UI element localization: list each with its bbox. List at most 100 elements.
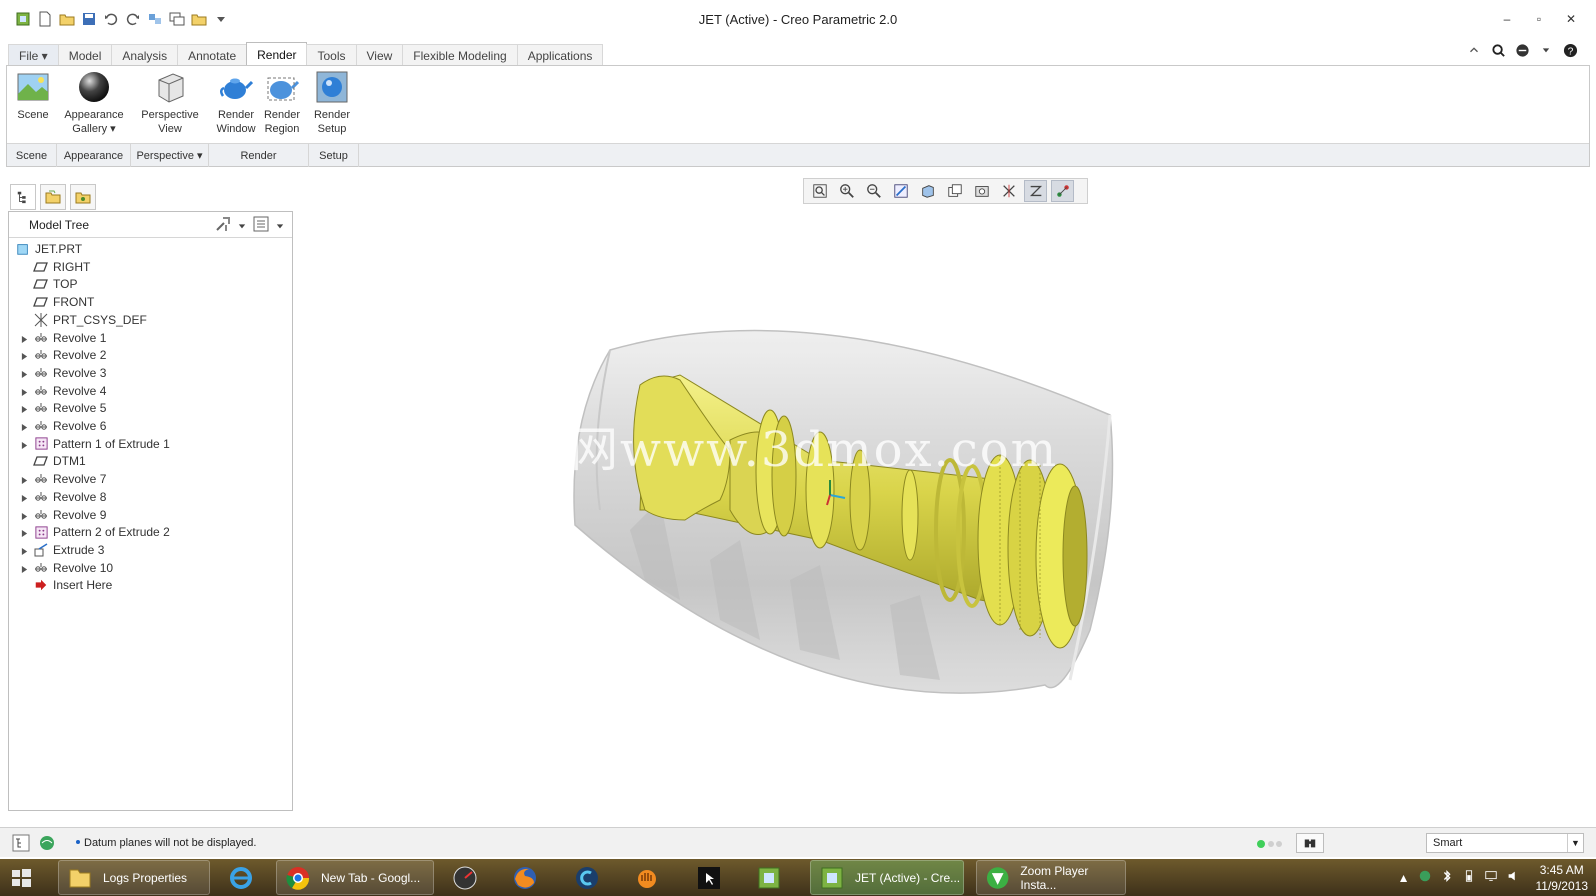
group-perspective[interactable]: Perspective ▾ [131,144,209,167]
refit-icon[interactable] [808,180,831,202]
browser-toggle-icon[interactable] [38,834,56,855]
tree-item[interactable]: RIGHT [9,258,292,276]
tree-item[interactable]: FRONT [9,293,292,311]
expand-arrow-icon[interactable] [21,474,29,485]
expand-arrow-icon[interactable] [21,563,29,573]
datum-display-icon[interactable] [997,180,1020,202]
taskbar-creo-launcher[interactable] [748,860,798,895]
tree-item[interactable]: Pattern 2 of Extrude 2 [9,523,292,541]
view-manager-icon[interactable] [970,180,993,202]
tree-item[interactable]: DTM1 [9,452,292,470]
taskbar-zoom-player[interactable]: Zoom Player Insta... [976,860,1126,895]
spin-center-icon[interactable] [1051,180,1074,202]
maximize-icon[interactable]: ▫ [1532,12,1546,26]
tree-item[interactable]: Revolve 5 [9,399,292,417]
show-columns-icon[interactable] [252,215,270,236]
tray-expand-icon[interactable]: ▲ [1398,871,1410,885]
navigator-toggle-icon[interactable] [12,834,30,855]
tree-item[interactable]: Revolve 1 [9,329,292,347]
render-window-button[interactable]: Render Window [213,70,259,136]
tree-item[interactable]: TOP [9,275,292,293]
find-icon[interactable] [1296,833,1324,853]
favorites-tab[interactable] [70,184,96,210]
expand-arrow-icon[interactable] [21,510,29,520]
minimize-icon[interactable]: – [1500,12,1514,26]
perspective-view-button[interactable]: Perspective View [135,70,205,136]
tree-item[interactable]: PRT_CSYS_DEF [9,311,292,329]
start-button[interactable] [8,860,48,895]
tree-item[interactable]: Revolve 9 [9,506,292,524]
tree-item[interactable]: Insert Here [9,576,292,594]
taskbar-creo-active[interactable]: JET (Active) - Cre... [810,860,964,895]
tab-file[interactable]: File ▾ [8,44,59,66]
tab-flexible-modeling[interactable]: Flexible Modeling [402,44,518,66]
tree-item[interactable]: Revolve 6 [9,417,292,435]
saved-views-icon[interactable] [943,180,966,202]
minimize-ribbon-icon[interactable] [1466,42,1482,58]
zoom-in-icon[interactable] [835,180,858,202]
tab-analysis[interactable]: Analysis [111,44,179,66]
expand-arrow-icon[interactable] [21,545,29,555]
taskbar-app-hand[interactable] [626,860,676,895]
zoom-out-icon[interactable] [862,180,885,202]
volume-icon[interactable] [1506,869,1520,886]
tree-settings-icon[interactable] [214,215,232,236]
tree-item[interactable]: Revolve 3 [9,364,292,382]
tab-view[interactable]: View [355,44,404,66]
tree-item[interactable]: Revolve 10 [9,559,292,577]
show-dropdown-icon[interactable] [276,219,284,233]
expand-arrow-icon[interactable] [21,492,29,502]
annotation-display-icon[interactable] [1024,180,1047,202]
expand-arrow-icon[interactable] [21,439,29,449]
tab-tools[interactable]: Tools [306,44,357,66]
expand-arrow-icon[interactable] [21,527,29,538]
selection-filter-dropdown[interactable]: Smart ▼ [1426,833,1584,853]
tree-root[interactable]: JET.PRT [9,240,292,258]
network-globe-icon[interactable] [1418,869,1432,886]
expand-arrow-icon[interactable] [21,350,29,361]
search-icon[interactable] [1490,42,1506,58]
appearance-gallery-button[interactable]: Appearance Gallery ▾ [59,70,129,136]
tab-applications[interactable]: Applications [516,44,604,66]
taskbar-speed-app[interactable] [444,860,494,895]
expand-arrow-icon[interactable] [21,333,29,343]
tree-settings-dropdown-icon[interactable] [238,219,246,233]
battery-icon[interactable] [1462,869,1476,886]
graphics-area[interactable]: 西网www.3dmox.com [300,210,1590,810]
tree-item-label: Revolve 8 [53,489,107,504]
expand-arrow-icon[interactable] [21,421,29,431]
repaint-icon[interactable] [889,180,912,202]
system-clock[interactable]: 3:45 AM 11/9/2013 [1536,862,1589,894]
expand-arrow-icon[interactable] [21,368,29,378]
taskbar-logs-properties[interactable]: Logs Properties [58,860,210,895]
community-icon[interactable] [1514,42,1530,58]
scene-button[interactable]: Scene [13,70,53,122]
taskbar-ccleaner[interactable] [566,860,616,895]
bluetooth-icon[interactable] [1440,869,1454,886]
expand-arrow-icon[interactable] [21,386,29,396]
community-dropdown-icon[interactable] [1538,42,1554,58]
help-icon[interactable]: ? [1562,42,1578,58]
tree-item-label: RIGHT [53,259,91,274]
render-region-button[interactable]: Render Region [259,70,305,136]
close-icon[interactable]: ✕ [1564,12,1578,26]
taskbar-chrome[interactable]: New Tab - Googl... [276,860,434,895]
display-style-icon[interactable] [916,180,939,202]
taskbar-firefox[interactable] [504,860,554,895]
expand-arrow-icon[interactable] [21,403,29,414]
taskbar-app-cursor[interactable] [688,860,738,895]
display-icon[interactable] [1484,869,1498,886]
tree-item[interactable]: Revolve 8 [9,488,292,506]
tree-item[interactable]: Revolve 4 [9,382,292,400]
folder-browser-tab[interactable] [40,184,66,210]
model-tree-tab[interactable] [10,184,36,210]
tree-item[interactable]: Revolve 2 [9,346,292,364]
tab-annotate[interactable]: Annotate [177,44,248,66]
tree-item[interactable]: Extrude 3 [9,541,292,559]
render-setup-button[interactable]: Render Setup [309,70,355,136]
tree-item[interactable]: Pattern 1 of Extrude 1 [9,435,292,453]
tab-render[interactable]: Render [246,42,308,66]
taskbar-internet-explorer[interactable] [220,860,270,895]
tab-model[interactable]: Model [57,44,113,66]
tree-item[interactable]: Revolve 7 [9,470,292,488]
